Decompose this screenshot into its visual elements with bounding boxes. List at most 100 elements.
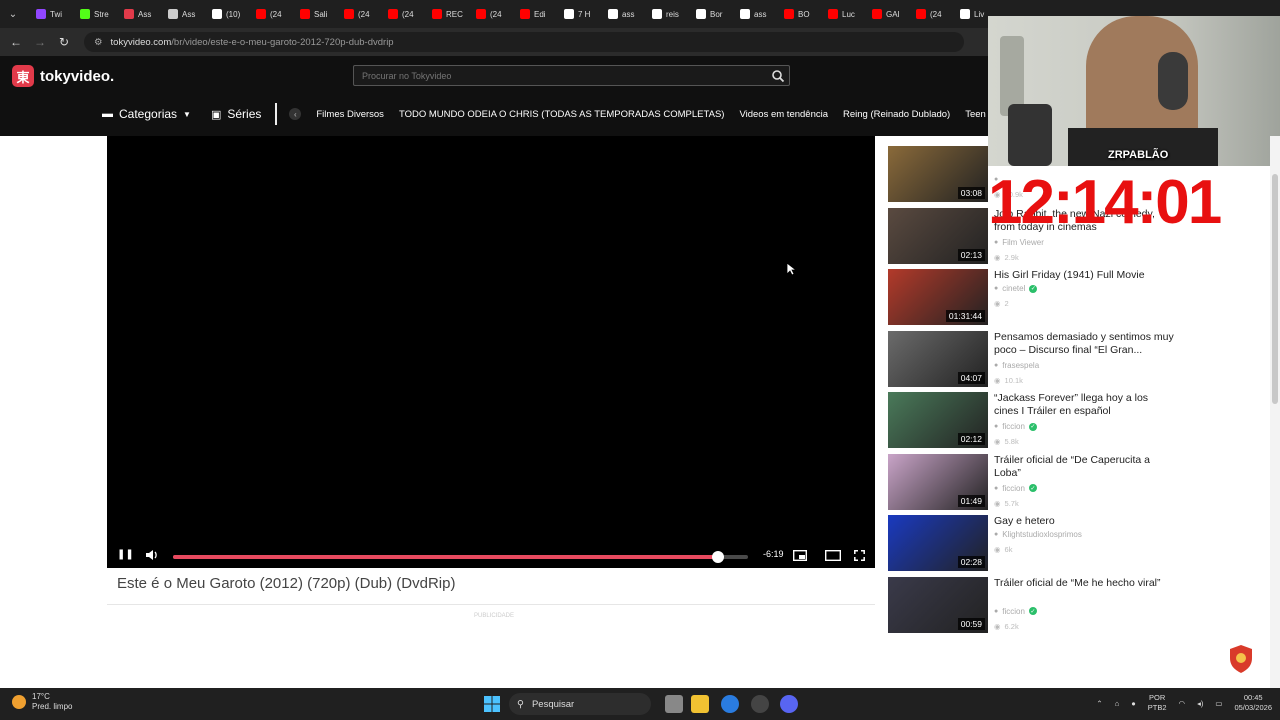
- video-thumbnail[interactable]: 02:28: [888, 515, 988, 571]
- progress-bar[interactable]: [173, 551, 748, 563]
- browser-tab[interactable]: ass: [602, 4, 646, 24]
- related-video-item[interactable]: 00:59 Tráiler oficial de “Me he hecho vir…: [888, 576, 1178, 639]
- video-thumbnail[interactable]: 01:31:44: [888, 269, 988, 325]
- obs-icon[interactable]: [751, 695, 769, 713]
- related-video-title[interactable]: Tráiler oficial de “Me he hecho viral”: [994, 577, 1174, 590]
- related-video-item[interactable]: 01:49 Tráiler oficial de “De Caperucita a…: [888, 453, 1178, 516]
- browser-tab[interactable]: Luc: [822, 4, 866, 24]
- related-video-title[interactable]: His Girl Friday (1941) Full Movie: [994, 269, 1174, 282]
- browser-tab[interactable]: (10): [206, 4, 250, 24]
- channel-name[interactable]: ● cinetel ✓: [994, 284, 1038, 293]
- browser-tab[interactable]: Stre: [74, 4, 118, 24]
- site-logo[interactable]: 東 tokyvideo.: [12, 65, 114, 87]
- browser-tab[interactable]: BO: [778, 4, 822, 24]
- browser-tab[interactable]: (24: [338, 4, 382, 24]
- related-video-item[interactable]: 04:07 Pensamos demasiado y sentimos muy p…: [888, 330, 1178, 393]
- browser-tab[interactable]: Ass: [118, 4, 162, 24]
- browser-tab[interactable]: Bor: [690, 4, 734, 24]
- channel-label: frasespela: [1002, 360, 1040, 370]
- channel-label: Film Viewer: [1002, 237, 1044, 247]
- site-info-icon[interactable]: ⚙: [94, 37, 103, 48]
- browser-tab[interactable]: (24: [250, 4, 294, 24]
- file-explorer-icon[interactable]: [691, 695, 709, 713]
- browser-tab[interactable]: Twi: [30, 4, 74, 24]
- video-thumbnail[interactable]: 02:12: [888, 392, 988, 448]
- related-video-item[interactable]: 02:28 Gay e hetero ● Klightstudioxlosprimos…: [888, 515, 1178, 577]
- clock[interactable]: 00:45 05/03/2026: [1234, 693, 1272, 713]
- browser-tab[interactable]: Sali: [294, 4, 338, 24]
- related-video-item[interactable]: 01:31:44 His Girl Friday (1941) Full Movi…: [888, 269, 1178, 331]
- weather-widget[interactable]: 17°C Pred. limpo: [12, 692, 72, 712]
- channel-name[interactable]: ● Film Viewer: [994, 238, 1044, 247]
- video-thumbnail[interactable]: 01:49: [888, 453, 988, 510]
- search-input[interactable]: [354, 66, 764, 85]
- language-indicator[interactable]: POR PTB2: [1148, 693, 1167, 713]
- tray-chevron-up-icon[interactable]: ⌃: [1096, 699, 1102, 708]
- channel-name[interactable]: ● ficcion ✓: [994, 484, 1037, 493]
- browser-tab[interactable]: 7 H: [558, 4, 602, 24]
- forward-icon[interactable]: →: [28, 35, 52, 49]
- related-video-title[interactable]: Pensamos demasiado y sentimos muy poco –…: [994, 331, 1174, 357]
- video-thumbnail[interactable]: 04:07: [888, 330, 988, 387]
- chevron-left-icon[interactable]: ‹: [289, 108, 302, 120]
- nav-chip[interactable]: Videos em tendência: [739, 109, 828, 120]
- browser-tab[interactable]: ass: [734, 4, 778, 24]
- shield-icon[interactable]: [1228, 644, 1254, 674]
- pause-icon[interactable]: ❚❚: [117, 549, 134, 560]
- nav-chip[interactable]: Reing (Reinado Dublado): [843, 109, 950, 120]
- browser-tab[interactable]: (24: [382, 4, 426, 24]
- volume-icon[interactable]: [145, 549, 159, 561]
- related-video-title[interactable]: “Jackass Forever” llega hoy a los cines …: [994, 392, 1174, 418]
- tab-label: Stre: [94, 9, 109, 19]
- browser-tab[interactable]: reis: [646, 4, 690, 24]
- related-video-title[interactable]: Gay e hetero: [994, 515, 1174, 528]
- battery-icon[interactable]: ▭: [1215, 699, 1222, 708]
- video-thumbnail[interactable]: 00:59: [888, 576, 988, 633]
- user-icon: ●: [994, 238, 999, 246]
- nav-chip[interactable]: TODO MUNDO ODEIA O CHRIS (TODAS AS TEMPO…: [399, 109, 725, 120]
- series-button[interactable]: ▣ Séries: [211, 107, 261, 121]
- chrome-icon[interactable]: [721, 695, 739, 713]
- progress-handle[interactable]: [712, 551, 725, 563]
- view-count-label: 10.1k: [1004, 375, 1023, 385]
- system-tray: ⌃ ⌂ ● POR PTB2 ◠ ◂) ▭ 00:45 05/03/2026: [1096, 693, 1272, 713]
- browser-tab[interactable]: (24: [910, 4, 954, 24]
- page-scrollbar[interactable]: [1270, 136, 1280, 688]
- browser-tab[interactable]: Ass: [162, 4, 206, 24]
- reload-icon[interactable]: ↻: [52, 35, 76, 49]
- channel-name[interactable]: ● frasespela: [994, 361, 1039, 370]
- channel-label: cinetel: [1002, 284, 1026, 293]
- video-player[interactable]: ❚❚ -6:19: [107, 136, 875, 568]
- address-bar[interactable]: ⚙ tokyvideo.com/br/video/este-e-o-meu-ga…: [84, 32, 964, 52]
- tab-search-chevron-icon[interactable]: ⌄: [4, 5, 22, 23]
- video-thumbnail[interactable]: 03:08: [888, 146, 988, 202]
- wifi-icon[interactable]: ◠: [1179, 699, 1186, 708]
- categories-button[interactable]: ▬ Categorias ▼: [102, 107, 191, 121]
- tab-label: (24: [490, 9, 502, 19]
- taskbar-search[interactable]: ⚲ Pesquisar: [509, 693, 651, 715]
- search-icon[interactable]: [771, 69, 785, 83]
- microphone-icon[interactable]: ●: [1131, 699, 1136, 708]
- nav-chip[interactable]: Filmes Diversos: [316, 109, 384, 120]
- discord-icon[interactable]: [780, 695, 798, 713]
- video-thumbnail[interactable]: 02:13: [888, 207, 988, 264]
- browser-tab[interactable]: Edi: [514, 4, 558, 24]
- fullscreen-icon[interactable]: [854, 550, 865, 561]
- channel-name[interactable]: ● ficcion ✓: [994, 607, 1037, 616]
- picture-in-picture-icon[interactable]: [793, 550, 807, 561]
- task-view-icon[interactable]: [665, 695, 683, 713]
- related-video-item[interactable]: 02:12 “Jackass Forever” llega hoy a los c…: [888, 392, 1178, 454]
- windows-start-icon[interactable]: [484, 696, 500, 712]
- network-icon[interactable]: ⌂: [1115, 699, 1120, 708]
- channel-name[interactable]: ● ficcion ✓: [994, 422, 1037, 431]
- scrollbar-thumb[interactable]: [1272, 174, 1278, 404]
- browser-tab[interactable]: GAI: [866, 4, 910, 24]
- channel-name[interactable]: ● Klightstudioxlosprimos: [994, 530, 1082, 539]
- tab-favicon-icon: [168, 9, 178, 19]
- browser-tab[interactable]: (24: [470, 4, 514, 24]
- speaker-icon[interactable]: ◂): [1197, 699, 1203, 708]
- browser-tab[interactable]: REC: [426, 4, 470, 24]
- related-video-title[interactable]: Tráiler oficial de “De Caperucita a Loba…: [994, 454, 1174, 480]
- back-icon[interactable]: ←: [4, 35, 28, 49]
- theater-mode-icon[interactable]: [825, 550, 841, 561]
